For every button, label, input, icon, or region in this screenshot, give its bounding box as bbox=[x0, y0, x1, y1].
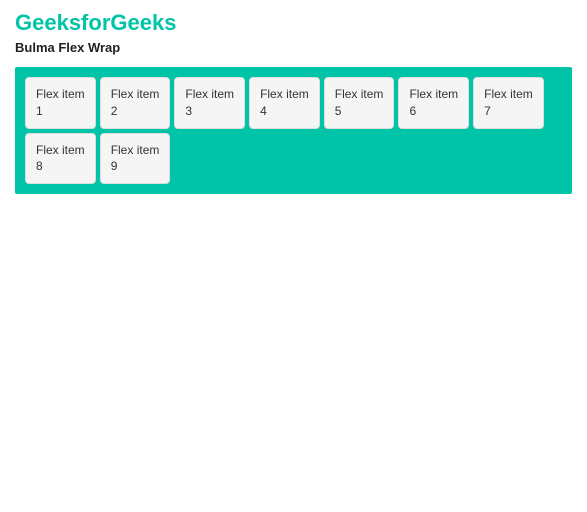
flex-item: Flex item 7 bbox=[473, 77, 544, 129]
flex-item: Flex item 4 bbox=[249, 77, 320, 129]
page-title: Bulma Flex Wrap bbox=[15, 40, 572, 55]
flex-item: Flex item 9 bbox=[100, 133, 171, 185]
flex-container: Flex item 1Flex item 2Flex item 3Flex it… bbox=[15, 67, 572, 194]
flex-item: Flex item 6 bbox=[398, 77, 469, 129]
flex-item: Flex item 3 bbox=[174, 77, 245, 129]
flex-item: Flex item 5 bbox=[324, 77, 395, 129]
site-title: GeeksforGeeks bbox=[15, 10, 572, 36]
flex-item: Flex item 2 bbox=[100, 77, 171, 129]
flex-item: Flex item 8 bbox=[25, 133, 96, 185]
flex-item: Flex item 1 bbox=[25, 77, 96, 129]
